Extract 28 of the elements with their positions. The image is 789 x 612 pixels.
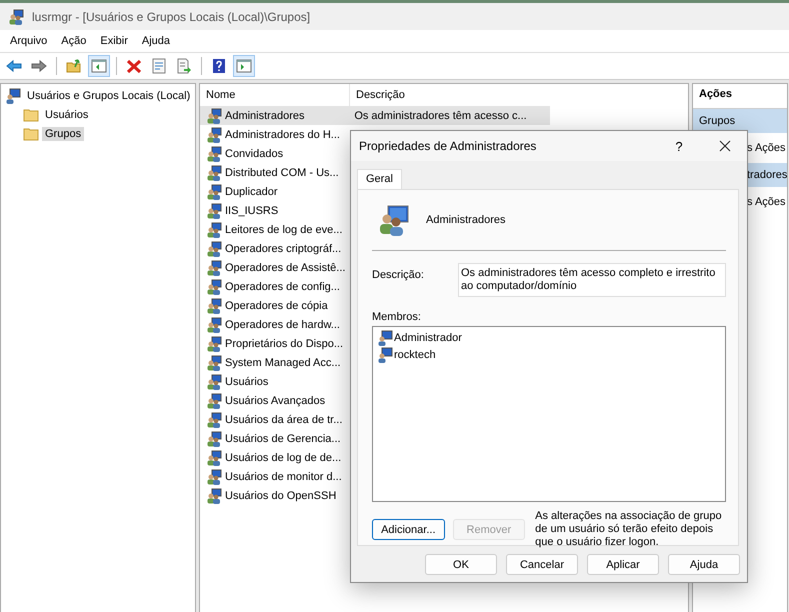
description-label: Descrição: [372,268,425,283]
group-name: Usuários de Gerencia... [225,432,341,444]
note-text: As alterações na associação de grupo de um usuário só terão efeito depois que o usuário fizer logon. [535,510,723,549]
group-name: Administradores [225,110,304,122]
group-name: Usuários de monitor d... [225,470,342,482]
group-name: Usuários [225,376,268,388]
group-name: Usuários do OpenSSH [225,490,336,502]
group-name: Operadores de hardw... [225,318,340,330]
group-name: IIS_IUSRS [225,204,278,216]
members-label: Membros: [372,311,422,323]
window-title: lusrmgr - [Usuários e Grupos Locais (Local)\Grupos] [32,10,310,24]
group-name: Proprietários do Dispo... [225,338,343,350]
group-name: System Managed Acc... [225,356,341,368]
group-name: Operadores criptográf... [225,242,342,254]
group-name: Usuários de log de de... [225,452,342,464]
group-name: Operadores de cópia [225,300,328,312]
group-name: Leitores de log de eve... [225,224,342,236]
group-description: Os administradores têm acesso c... [353,110,528,122]
group-name: Administradores do H... [225,128,340,140]
dialog-title: Propriedades de Administradores [359,139,538,153]
group-name: Operadores de Assistê... [225,262,346,274]
group-name: Duplicador [225,186,278,198]
group-name: Distributed COM - Us... [225,166,339,178]
group-name: Usuários da área de tr... [225,414,342,426]
group-name: Usuários Avançados [225,394,326,406]
group-name: Administradores [426,214,506,226]
group-name: Convidados [225,148,284,160]
group-name: Operadores de config... [225,280,340,292]
